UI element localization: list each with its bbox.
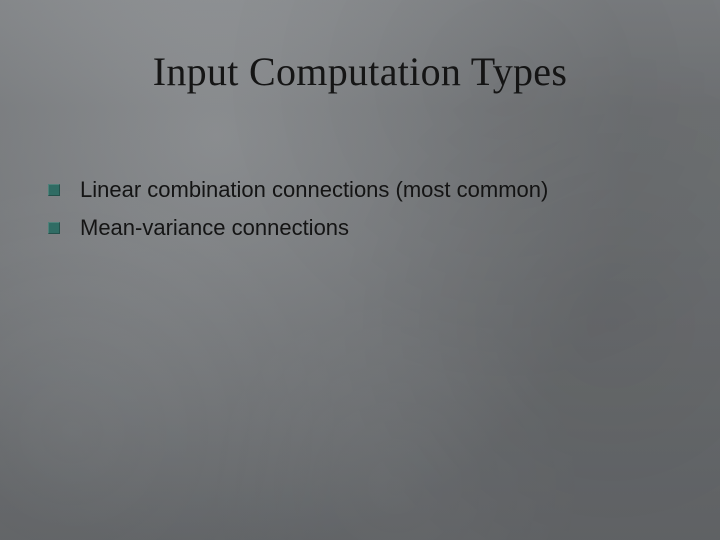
list-item: Mean-variance connections: [48, 213, 672, 243]
square-bullet-icon: [48, 184, 60, 196]
bullet-text: Linear combination connections (most com…: [80, 175, 548, 205]
slide-title: Input Computation Types: [0, 48, 720, 95]
list-item: Linear combination connections (most com…: [48, 175, 672, 205]
slide: Input Computation Types Linear combinati…: [0, 0, 720, 540]
bullet-text: Mean-variance connections: [80, 213, 349, 243]
square-bullet-icon: [48, 222, 60, 234]
slide-body: Linear combination connections (most com…: [48, 175, 672, 250]
